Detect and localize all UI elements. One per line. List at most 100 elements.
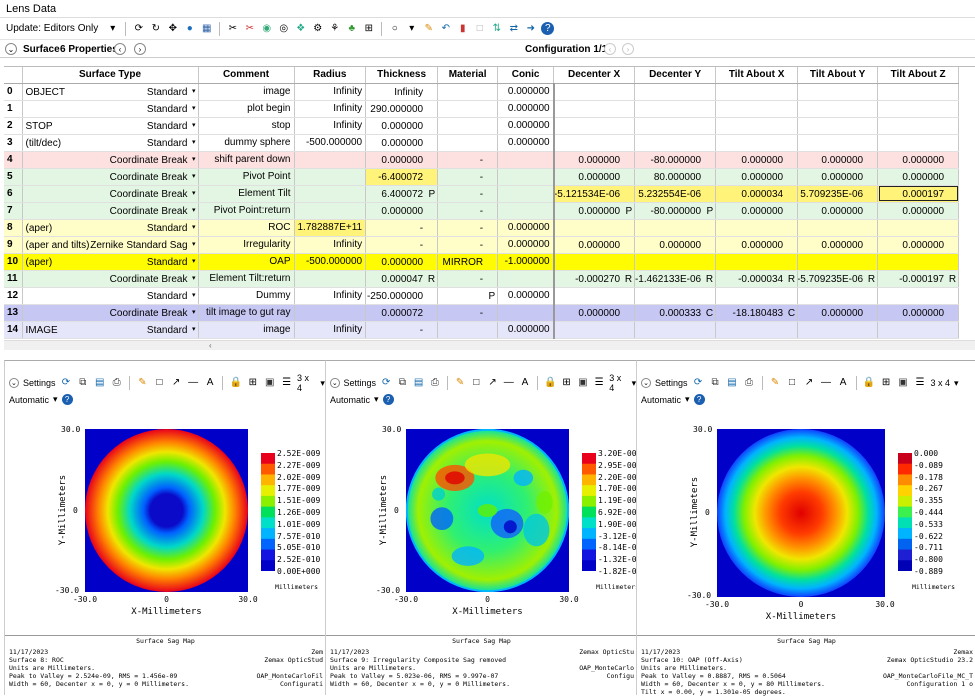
surface-type-cell[interactable]: (aper and tilts) Zernike Standard Sag ▾ bbox=[22, 236, 199, 254]
grid-icon[interactable]: ▦ bbox=[200, 22, 213, 35]
tilt-z-value[interactable]: 0.000000 bbox=[902, 206, 944, 217]
table-row[interactable]: 10 (aper) Standard ▾ OAP -500.000000 0.000000 M… bbox=[4, 253, 960, 271]
column-header[interactable]: Thickness bbox=[365, 67, 439, 84]
material-cell[interactable]: - bbox=[437, 151, 499, 169]
blank-icon[interactable]: □ bbox=[473, 22, 486, 35]
column-header[interactable] bbox=[4, 67, 23, 84]
tilt-y-cell[interactable]: 0.000000 bbox=[797, 151, 879, 169]
material-value[interactable]: - bbox=[480, 172, 483, 183]
radius-cell[interactable] bbox=[294, 270, 367, 288]
comment-cell[interactable]: stop bbox=[198, 117, 295, 135]
decenter-y-value[interactable]: 5.232554E-06 bbox=[638, 189, 701, 200]
decenter-x-cell[interactable]: 0.000000 bbox=[553, 236, 636, 254]
material-cell[interactable]: - bbox=[437, 168, 499, 186]
tilt-y-cell[interactable] bbox=[797, 83, 879, 101]
decenter-y-value[interactable]: 0.000000 bbox=[659, 240, 701, 251]
table-row[interactable]: 9 (aper and tilts) Zernike Standard Sag ▾ Ir… bbox=[4, 236, 960, 254]
conic-cell[interactable]: 0.000000 bbox=[497, 219, 555, 237]
layers-icon[interactable]: ☰ bbox=[914, 377, 927, 390]
conic-cell[interactable]: 0.000000 bbox=[497, 287, 555, 305]
column-header[interactable]: Radius bbox=[294, 67, 367, 84]
column-header[interactable]: Decenter Y bbox=[634, 67, 717, 84]
tilt-z-cell[interactable] bbox=[877, 117, 960, 135]
decenter-y-cell[interactable]: 80.000000 bbox=[634, 168, 717, 186]
tilt-y-cell[interactable] bbox=[797, 253, 879, 271]
material-cell[interactable] bbox=[437, 117, 499, 135]
text-icon[interactable]: A bbox=[519, 377, 531, 390]
conic-cell[interactable]: 0.000000 bbox=[497, 117, 555, 135]
decenter-y-cell[interactable]: 0.000000 bbox=[634, 236, 717, 254]
tilt-y-cell[interactable]: 0.000000 bbox=[797, 168, 879, 186]
radius-cell[interactable] bbox=[294, 185, 367, 203]
tilt-y-value[interactable]: 0.000000 bbox=[821, 308, 863, 319]
next-config-icon[interactable]: › bbox=[622, 43, 634, 55]
surface-type-value[interactable]: Standard bbox=[147, 87, 188, 98]
comment-cell[interactable]: ROC bbox=[198, 219, 295, 237]
chevron-down-icon[interactable]: ▾ bbox=[192, 121, 196, 129]
solve-flag[interactable]: R bbox=[949, 274, 956, 285]
tilt-x-cell[interactable] bbox=[715, 100, 799, 118]
chevron-down-icon[interactable]: ▾ bbox=[685, 394, 690, 405]
material-cell[interactable] bbox=[437, 321, 499, 339]
decenter-y-cell[interactable]: 5.232554E-06 bbox=[634, 185, 717, 203]
help-icon[interactable]: ? bbox=[61, 394, 73, 405]
tilt-y-value[interactable]: 0.000000 bbox=[821, 206, 863, 217]
thickness-cell[interactable]: - bbox=[365, 321, 439, 339]
radius-cell[interactable]: Infinity bbox=[294, 236, 367, 254]
thickness-value[interactable]: - bbox=[420, 223, 423, 234]
comment-cell[interactable]: Element Tilt:return bbox=[198, 270, 295, 288]
conic-cell[interactable]: 0.000000 bbox=[497, 236, 555, 254]
decenter-x-cell[interactable] bbox=[553, 117, 636, 135]
rectangle-icon[interactable]: □ bbox=[470, 377, 482, 390]
radius-cell[interactable]: -500.000000 bbox=[294, 134, 367, 152]
chevron-down-icon[interactable]: ▾ bbox=[192, 257, 196, 265]
tilt-y-cell[interactable] bbox=[797, 321, 879, 339]
material-value[interactable]: - bbox=[480, 274, 483, 285]
material-cell[interactable]: - bbox=[437, 219, 499, 237]
thickness-value[interactable]: 0.000000 bbox=[381, 138, 423, 149]
move-icon[interactable]: ✥ bbox=[166, 22, 179, 35]
chevron-down-icon[interactable]: ▾ bbox=[192, 206, 196, 214]
solve-flag[interactable]: R bbox=[868, 274, 875, 285]
decenter-x-cell[interactable] bbox=[553, 287, 636, 305]
pencil-icon[interactable]: ✎ bbox=[422, 22, 435, 35]
surface-type-cell[interactable]: (tilt/dec) Standard ▾ bbox=[22, 134, 199, 152]
text-icon[interactable]: A bbox=[204, 377, 217, 390]
tilt-x-cell[interactable] bbox=[715, 117, 799, 135]
tilt-y-cell[interactable] bbox=[797, 219, 879, 237]
comment-cell[interactable]: shift parent down bbox=[198, 151, 295, 169]
conic-cell[interactable] bbox=[497, 185, 555, 203]
material-value[interactable]: - bbox=[480, 223, 483, 234]
decenter-y-cell[interactable] bbox=[634, 321, 717, 339]
tilt-z-value[interactable]: 0.000000 bbox=[902, 240, 944, 251]
table-row[interactable]: 8 (aper) Standard ▾ ROC 1.782887E+11 - - 0.00000… bbox=[4, 219, 960, 237]
decenter-x-value[interactable]: 0.000000 bbox=[578, 172, 620, 183]
table-row[interactable]: 1 Standard ▾ plot begin Infinity 290.000000 0.… bbox=[4, 100, 960, 118]
arrow-right-icon[interactable]: ➜ bbox=[524, 22, 537, 35]
tilt-x-cell[interactable] bbox=[715, 134, 799, 152]
decenter-x-cell[interactable] bbox=[553, 83, 636, 101]
tilt-z-cell[interactable]: -0.000197 R bbox=[877, 270, 960, 288]
line-icon[interactable]: — bbox=[820, 377, 833, 390]
conic-cell[interactable] bbox=[497, 270, 555, 288]
tilt-y-value[interactable]: 5.709235E-06 bbox=[800, 189, 863, 200]
chevron-down-icon[interactable]: ▾ bbox=[192, 87, 196, 95]
help-icon[interactable]: ? bbox=[541, 22, 555, 35]
chevron-down-icon[interactable]: ▾ bbox=[192, 240, 196, 248]
decenter-x-cell[interactable] bbox=[553, 134, 636, 152]
update-dropdown[interactable]: Update: Editors Only bbox=[6, 23, 98, 34]
table-row[interactable]: 0 OBJECT Standard ▾ image Infinity Infinity 0.0… bbox=[4, 83, 960, 101]
decenter-y-cell[interactable] bbox=[634, 83, 717, 101]
tree-icon[interactable]: ♣ bbox=[345, 22, 358, 35]
thickness-cell[interactable]: 0.000000 bbox=[365, 151, 439, 169]
surface-type-cell[interactable]: Coordinate Break ▾ bbox=[22, 185, 199, 203]
surface-type-value[interactable]: Zernike Standard Sag bbox=[90, 240, 187, 251]
thickness-value[interactable]: -6.400072 bbox=[378, 172, 423, 183]
table-row[interactable]: 6 Coordinate Break ▾ Element Tilt 6.400072 P -… bbox=[4, 185, 960, 203]
table-row[interactable]: 7 Coordinate Break ▾ Pivot Point:return 0.00… bbox=[4, 202, 960, 220]
surface-type-value[interactable]: Coordinate Break bbox=[110, 308, 188, 319]
tilt-x-value[interactable]: -18.180483 bbox=[733, 308, 784, 319]
tilt-x-value[interactable]: 0.000000 bbox=[741, 206, 783, 217]
grid-layout-icon[interactable]: ⊞ bbox=[246, 377, 259, 390]
comment-cell[interactable]: Irregularity bbox=[198, 236, 295, 254]
